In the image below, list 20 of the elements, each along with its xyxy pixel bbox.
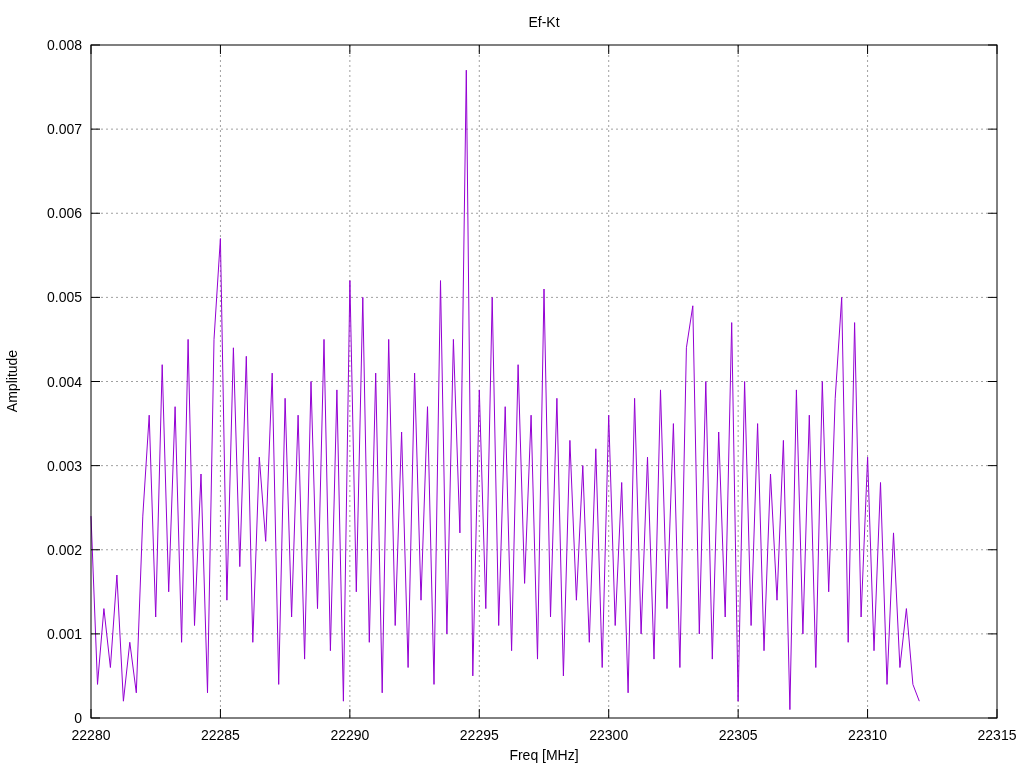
x-axis-label: Freq [MHz]: [509, 747, 579, 763]
x-tick-label: 22310: [848, 727, 888, 743]
x-tick-label: 22295: [459, 727, 499, 743]
x-tick-label: 22290: [330, 727, 370, 743]
x-tick-label: 22315: [977, 727, 1017, 743]
y-tick-label: 0.004: [46, 373, 82, 390]
y-tick-label: 0: [74, 710, 82, 726]
x-tick-label: 22280: [71, 727, 111, 743]
chart-title: Ef-Kt: [528, 14, 560, 30]
x-tick-label: 22305: [718, 727, 758, 743]
x-tick-label: 22285: [200, 727, 240, 743]
y-tick-label: 0.003: [46, 457, 82, 474]
x-tick-label: 22300: [589, 727, 629, 743]
y-axis-label: Amplitude: [4, 349, 20, 413]
y-tick-label: 0.006: [46, 205, 82, 222]
y-tick-label: 0.007: [46, 121, 82, 138]
y-tick-label: 0.008: [46, 37, 82, 53]
y-tick-label: 0.002: [46, 541, 82, 558]
y-tick-label: 0.005: [46, 289, 82, 306]
y-tick-label: 0.001: [46, 625, 82, 642]
